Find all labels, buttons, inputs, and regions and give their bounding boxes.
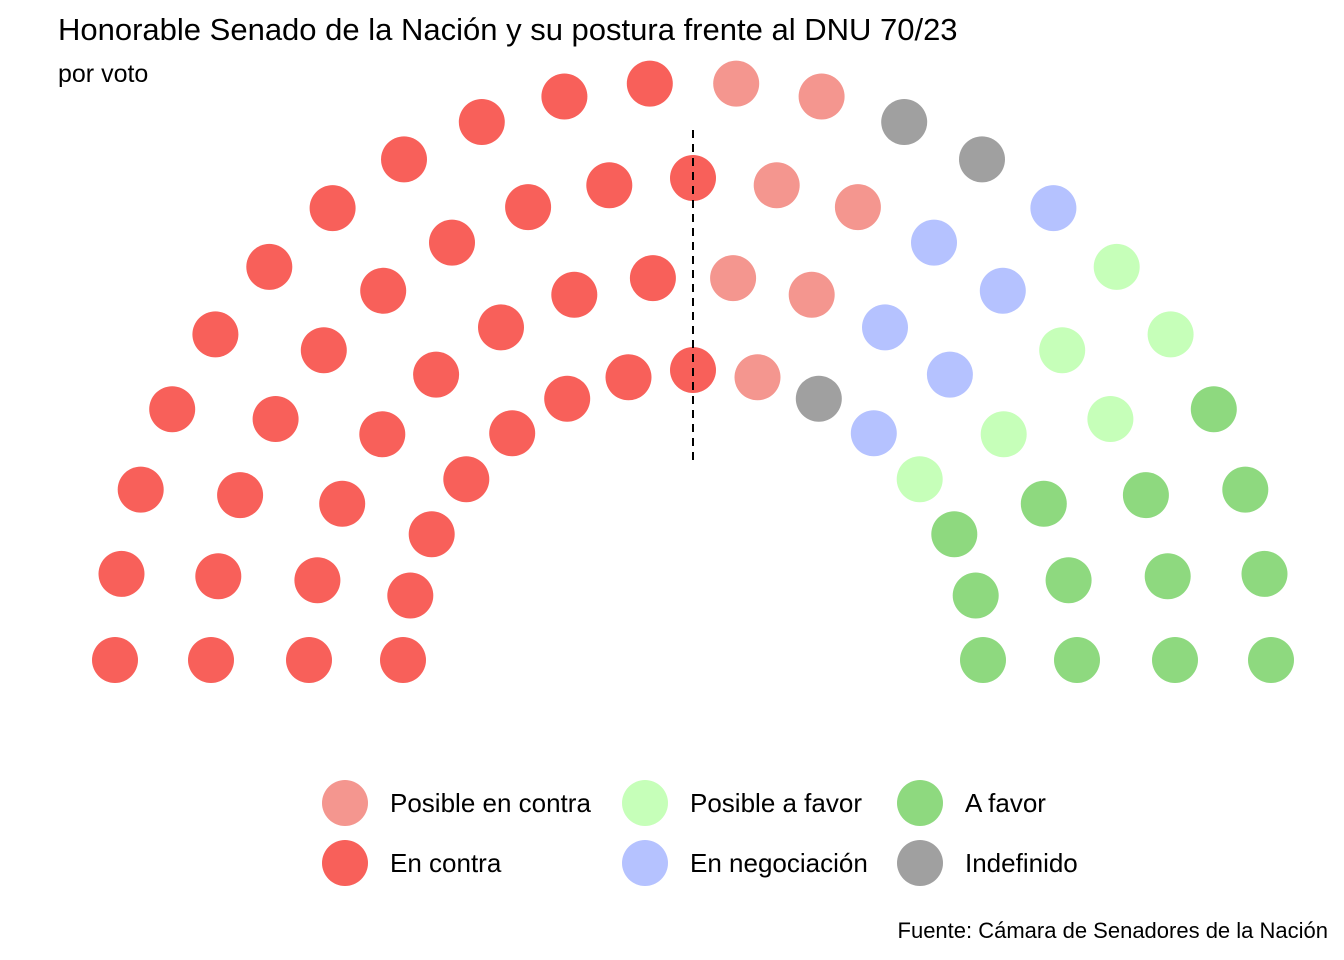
seat-en-contra bbox=[380, 637, 426, 683]
seat-en-contra bbox=[246, 243, 293, 290]
seat-en-negociación bbox=[850, 410, 897, 457]
seat-en-contra bbox=[92, 637, 138, 683]
seat-en-contra bbox=[429, 219, 475, 266]
seat-a-favor bbox=[1045, 557, 1092, 604]
seat-posible-en-contra bbox=[734, 354, 781, 401]
seat-a-favor bbox=[1190, 386, 1237, 433]
seat-a-favor bbox=[1241, 550, 1288, 597]
seat-en-negociación bbox=[926, 351, 973, 398]
seat-a-favor bbox=[1222, 466, 1269, 513]
seat-a-favor bbox=[1248, 637, 1294, 683]
seat-en-contra bbox=[408, 511, 455, 558]
seat-en-contra bbox=[629, 255, 676, 302]
seat-en-contra bbox=[217, 472, 264, 519]
seat-a-favor bbox=[1152, 637, 1198, 683]
legend-item-en-negociación: En negociación bbox=[622, 838, 868, 888]
seat-en-contra bbox=[381, 136, 427, 183]
seat-en-contra bbox=[505, 184, 552, 231]
legend-swatch-en-negociación bbox=[622, 840, 668, 886]
legend-swatch-posible-a-favor bbox=[622, 780, 668, 826]
seat-a-favor bbox=[1020, 480, 1067, 527]
legend-label-en-negociación: En negociación bbox=[690, 847, 868, 878]
legend-label-posible-en-contra: Posible en contra bbox=[390, 787, 591, 818]
legend-item-en-contra: En contra bbox=[322, 838, 501, 888]
seat-en-contra bbox=[541, 73, 588, 120]
seat-en-negociación bbox=[862, 304, 908, 351]
seat-en-contra bbox=[478, 304, 524, 351]
seat-posible-a-favor bbox=[1087, 396, 1134, 442]
seat-posible-a-favor bbox=[1147, 311, 1194, 358]
legend-swatch-posible-en-contra bbox=[322, 780, 368, 826]
seat-a-favor bbox=[931, 511, 978, 558]
seat-posible-a-favor bbox=[1039, 327, 1086, 374]
seat-en-contra bbox=[605, 354, 652, 401]
legend-swatch-indefinido bbox=[897, 840, 943, 886]
seat-posible-a-favor bbox=[896, 456, 943, 503]
seat-en-contra bbox=[300, 327, 347, 374]
seat-posible-en-contra bbox=[798, 73, 845, 120]
legend-label-indefinido: Indefinido bbox=[965, 847, 1078, 878]
seat-en-negociación bbox=[911, 219, 957, 266]
seat-en-contra bbox=[309, 185, 356, 232]
source-caption: Fuente: Cámara de Senadores de la Nación bbox=[897, 918, 1328, 943]
seat-en-contra bbox=[359, 411, 406, 458]
legend-item-posible-a-favor: Posible a favor bbox=[622, 778, 862, 828]
legend-label-posible-a-favor: Posible a favor bbox=[690, 787, 862, 818]
seat-a-favor bbox=[1144, 553, 1191, 600]
seat-en-contra bbox=[443, 456, 490, 503]
seat-en-contra bbox=[98, 550, 145, 597]
seat-posible-en-contra bbox=[710, 255, 757, 302]
seat-indefinido bbox=[881, 99, 928, 145]
seat-en-contra bbox=[489, 410, 536, 457]
seat-indefinido bbox=[959, 136, 1005, 183]
seat-en-contra bbox=[149, 386, 196, 433]
seat-en-contra bbox=[195, 553, 242, 600]
seat-en-negociación bbox=[1030, 185, 1077, 232]
seat-posible-en-contra bbox=[788, 271, 835, 318]
seat-en-contra bbox=[458, 99, 505, 145]
seat-en-contra bbox=[117, 466, 164, 513]
seat-en-contra bbox=[360, 267, 407, 314]
seat-indefinido bbox=[795, 375, 842, 422]
seat-en-contra bbox=[586, 162, 633, 209]
seat-en-contra bbox=[544, 375, 591, 422]
seat-en-contra bbox=[294, 557, 341, 604]
seat-a-favor bbox=[1054, 637, 1100, 683]
seat-en-contra bbox=[286, 637, 332, 683]
seat-posible-en-contra bbox=[834, 184, 881, 231]
seat-posible-a-favor bbox=[1093, 243, 1140, 290]
seat-posible-en-contra bbox=[713, 60, 760, 107]
legend-item-indefinido: Indefinido bbox=[897, 838, 1078, 888]
legend-item-a-favor: A favor bbox=[897, 778, 1046, 828]
seat-a-favor bbox=[960, 637, 1006, 683]
legend-swatch-en-contra bbox=[322, 840, 368, 886]
seat-a-favor bbox=[1122, 472, 1169, 519]
seat-en-contra bbox=[551, 271, 598, 318]
seat-en-contra bbox=[413, 351, 460, 398]
seat-posible-a-favor bbox=[980, 411, 1027, 458]
seat-a-favor bbox=[952, 572, 999, 619]
seat-en-contra bbox=[626, 60, 673, 107]
legend-label-en-contra: En contra bbox=[390, 847, 502, 878]
legend: Posible en contra Posible a favor A favor E… bbox=[322, 778, 1122, 898]
seat-en-contra bbox=[319, 480, 366, 527]
seat-posible-en-contra bbox=[753, 162, 800, 209]
legend-label-a-favor: A favor bbox=[965, 787, 1046, 818]
seat-en-contra bbox=[192, 311, 239, 358]
seat-en-negociación bbox=[979, 267, 1026, 314]
seat-en-contra bbox=[387, 572, 434, 619]
seat-en-contra bbox=[188, 637, 234, 683]
legend-swatch-a-favor bbox=[897, 780, 943, 826]
legend-item-posible-en-contra: Posible en contra bbox=[322, 778, 591, 828]
seat-en-contra bbox=[252, 396, 299, 442]
